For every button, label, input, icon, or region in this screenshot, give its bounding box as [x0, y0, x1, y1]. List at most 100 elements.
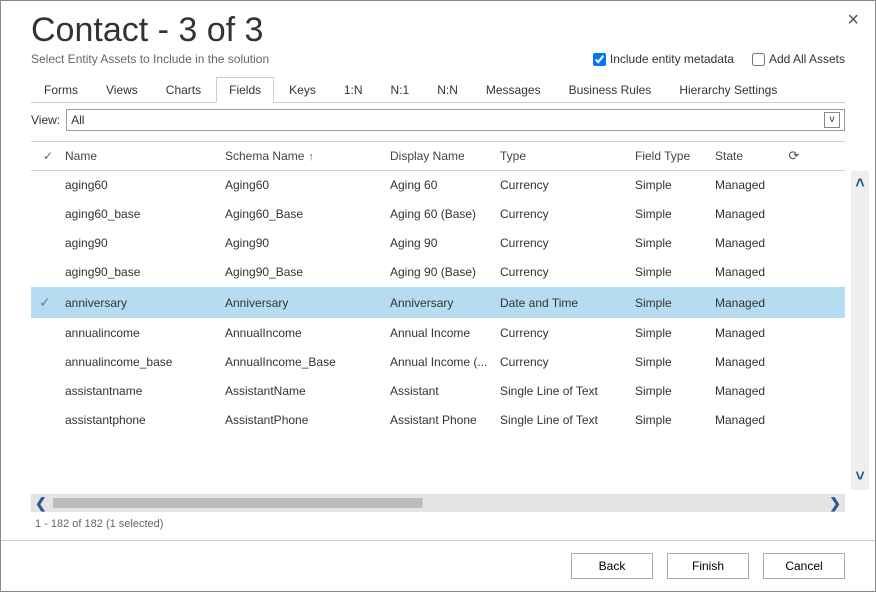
scroll-thumb[interactable] — [53, 498, 824, 508]
cell-schema: AssistantPhone — [225, 413, 390, 427]
cell-name: annualincome_base — [65, 355, 225, 369]
tab-n-1[interactable]: N:1 — [378, 77, 423, 103]
col-display[interactable]: Display Name — [390, 149, 500, 163]
cell-type: Currency — [500, 207, 635, 221]
scroll-up-icon[interactable]: ˄ — [855, 175, 864, 193]
tab-hierarchy-settings[interactable]: Hierarchy Settings — [666, 77, 790, 103]
cell-type: Currency — [500, 178, 635, 192]
select-all-checkbox[interactable]: ✓ — [31, 149, 65, 163]
table-row[interactable]: assistantphoneAssistantPhoneAssistant Ph… — [31, 406, 845, 435]
include-metadata-checkbox[interactable]: Include entity metadata — [593, 52, 734, 66]
add-all-assets-input[interactable] — [752, 53, 765, 66]
grid-body[interactable]: aging60Aging60Aging 60CurrencySimpleMana… — [31, 171, 845, 435]
cell-type: Currency — [500, 236, 635, 250]
cell-state: Managed — [715, 207, 785, 221]
table-row[interactable]: aging90_baseAging90_BaseAging 90 (Base)C… — [31, 258, 845, 287]
table-row[interactable]: ✓anniversaryAnniversaryAnniversaryDate a… — [31, 287, 845, 319]
col-state[interactable]: State — [715, 149, 785, 163]
solution-component-dialog: × Contact - 3 of 3 Select Entity Assets … — [0, 0, 876, 592]
cell-display: Annual Income (... — [390, 355, 500, 369]
tab-business-rules[interactable]: Business Rules — [556, 77, 665, 103]
cell-type: Currency — [500, 265, 635, 279]
scroll-right-icon[interactable]: ❯ — [829, 495, 841, 512]
page-title: Contact - 3 of 3 — [31, 11, 845, 50]
cell-type: Single Line of Text — [500, 413, 635, 427]
horizontal-scrollbar[interactable]: ❮ ❯ — [31, 494, 845, 512]
table-row[interactable]: aging90Aging90Aging 90CurrencySimpleMana… — [31, 229, 845, 258]
add-all-assets-label: Add All Assets — [769, 52, 845, 66]
cell-state: Managed — [715, 384, 785, 398]
cell-name: assistantphone — [65, 413, 225, 427]
cell-name: aging60 — [65, 178, 225, 192]
cell-fieldtype: Simple — [635, 178, 715, 192]
cell-display: Anniversary — [390, 296, 500, 310]
cell-display: Aging 90 — [390, 236, 500, 250]
tab-strip: FormsViewsChartsFieldsKeys1:NN:1N:NMessa… — [31, 76, 845, 103]
cell-state: Managed — [715, 236, 785, 250]
table-row[interactable]: annualincomeAnnualIncomeAnnual IncomeCur… — [31, 319, 845, 348]
finish-button[interactable]: Finish — [667, 553, 749, 579]
tab-charts[interactable]: Charts — [153, 77, 214, 103]
tab-fields[interactable]: Fields — [216, 77, 274, 103]
cell-display: Aging 60 — [390, 178, 500, 192]
table-row[interactable]: aging60_baseAging60_BaseAging 60 (Base)C… — [31, 200, 845, 229]
chevron-down-icon: v — [824, 112, 840, 128]
table-row[interactable]: aging60Aging60Aging 60CurrencySimpleMana… — [31, 171, 845, 200]
sort-asc-icon: ↑ — [308, 151, 314, 163]
view-label: View: — [31, 113, 60, 127]
tab-1-n[interactable]: 1:N — [331, 77, 376, 103]
view-selected-value: All — [71, 113, 84, 127]
cell-state: Managed — [715, 413, 785, 427]
cell-schema: Aging60 — [225, 178, 390, 192]
cell-name: aging90_base — [65, 265, 225, 279]
grid: ✓ Name Schema Name↑ Display Name Type Fi… — [31, 141, 845, 534]
grid-header-row: ✓ Name Schema Name↑ Display Name Type Fi… — [31, 142, 845, 171]
col-fieldtype[interactable]: Field Type — [635, 149, 715, 163]
cell-fieldtype: Simple — [635, 265, 715, 279]
cancel-button[interactable]: Cancel — [763, 553, 845, 579]
tab-forms[interactable]: Forms — [31, 77, 91, 103]
cell-display: Assistant — [390, 384, 500, 398]
cell-display: Assistant Phone — [390, 413, 500, 427]
view-dropdown[interactable]: All v — [66, 109, 845, 131]
scroll-down-icon[interactable]: ˅ — [855, 468, 864, 486]
cell-name: assistantname — [65, 384, 225, 398]
cell-schema: Aging90_Base — [225, 265, 390, 279]
cell-schema: Aging60_Base — [225, 207, 390, 221]
cell-schema: AnnualIncome — [225, 326, 390, 340]
col-name[interactable]: Name — [65, 149, 225, 163]
cell-fieldtype: Simple — [635, 236, 715, 250]
cell-schema: AssistantName — [225, 384, 390, 398]
tab-keys[interactable]: Keys — [276, 77, 329, 103]
table-row[interactable]: assistantnameAssistantNameAssistantSingl… — [31, 377, 845, 406]
refresh-icon[interactable]: ⟳ — [785, 148, 803, 164]
cell-state: Managed — [715, 178, 785, 192]
tab-n-n[interactable]: N:N — [424, 77, 471, 103]
cell-type: Single Line of Text — [500, 384, 635, 398]
cell-display: Annual Income — [390, 326, 500, 340]
cell-name: aging90 — [65, 236, 225, 250]
col-schema[interactable]: Schema Name↑ — [225, 149, 390, 163]
row-checkbox[interactable]: ✓ — [31, 294, 65, 311]
cell-name: aging60_base — [65, 207, 225, 221]
tab-messages[interactable]: Messages — [473, 77, 554, 103]
vertical-scrollbar[interactable]: ˄ ˅ — [851, 171, 869, 490]
cell-fieldtype: Simple — [635, 296, 715, 310]
col-type[interactable]: Type — [500, 149, 635, 163]
cell-fieldtype: Simple — [635, 326, 715, 340]
table-row[interactable]: annualincome_baseAnnualIncome_BaseAnnual… — [31, 348, 845, 377]
include-metadata-input[interactable] — [593, 53, 606, 66]
add-all-assets-checkbox[interactable]: Add All Assets — [752, 52, 845, 66]
tab-views[interactable]: Views — [93, 77, 151, 103]
scroll-left-icon[interactable]: ❮ — [35, 495, 47, 512]
cell-type: Currency — [500, 326, 635, 340]
cell-state: Managed — [715, 265, 785, 279]
cell-display: Aging 60 (Base) — [390, 207, 500, 221]
dialog-header: × Contact - 3 of 3 Select Entity Assets … — [1, 1, 875, 70]
cell-name: anniversary — [65, 296, 225, 310]
cell-schema: AnnualIncome_Base — [225, 355, 390, 369]
close-icon[interactable]: × — [847, 9, 859, 32]
cell-fieldtype: Simple — [635, 384, 715, 398]
back-button[interactable]: Back — [571, 553, 653, 579]
cell-fieldtype: Simple — [635, 207, 715, 221]
